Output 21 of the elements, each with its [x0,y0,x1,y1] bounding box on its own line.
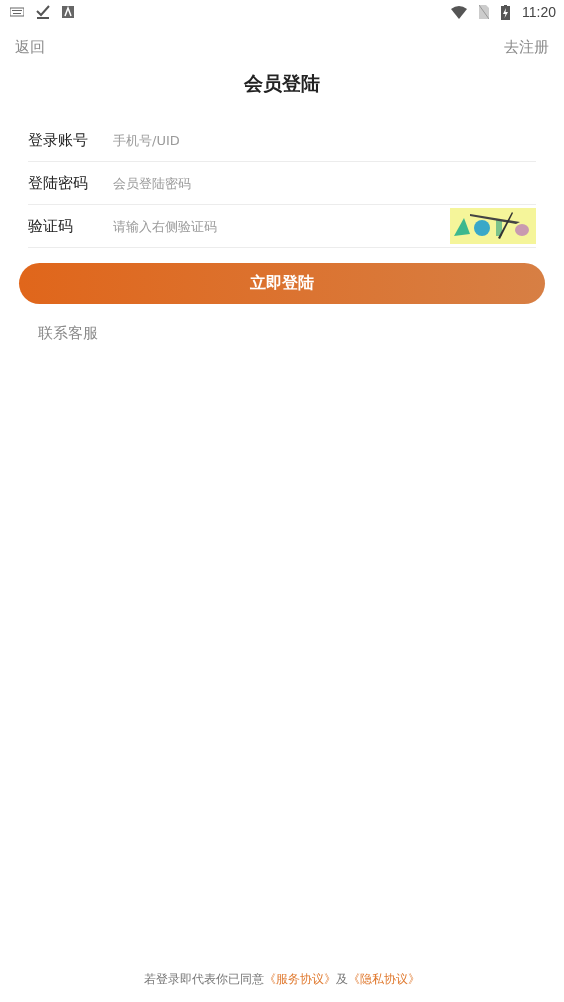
app-icon [62,6,74,18]
support-link[interactable]: 联系客服 [38,324,98,343]
agreement-text: 若登录即代表你已同意《服务协议》及《隐私协议》 [143,971,421,988]
login-button[interactable]: 立即登陆 [19,263,545,304]
input-field[interactable]: 请输入右侧验证码 [113,211,450,241]
input-field[interactable]: 会员登陆密码 [113,168,536,198]
register-link[interactable]: 去注册 [504,38,549,57]
page-title: 会员登陆 [243,71,321,96]
field-label: 验证码 [28,216,74,236]
input-field[interactable]: 手机号/UID [113,125,536,155]
agreement-link[interactable]: 《服务协议》 [264,972,336,986]
field-label: 登录账号 [28,130,89,150]
battery-icon [501,4,510,20]
keyboard-icon [10,7,24,17]
clock-time: 11:20 [522,4,556,20]
wifi-icon [451,5,467,19]
agreement-link[interactable]: 《隐私协议》 [348,972,420,986]
sim-icon [479,5,489,19]
field-label: 登陆密码 [28,173,89,193]
check-icon [36,5,50,19]
back-link[interactable]: 返回 [15,38,45,57]
